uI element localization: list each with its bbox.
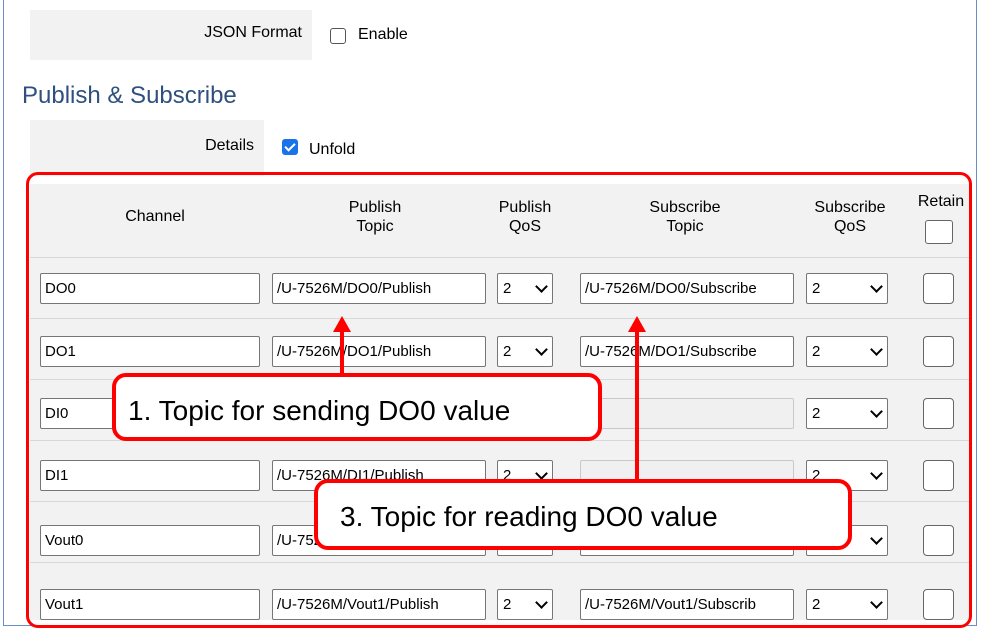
- unfold-checkbox[interactable]: [282, 139, 298, 155]
- json-enable-label[interactable]: Enable: [358, 26, 408, 44]
- json-enable-checkbox[interactable]: [330, 28, 346, 44]
- details-label-cell: Details: [30, 120, 264, 176]
- callout-sending-topic: 1. Topic for sending DO0 value: [112, 373, 602, 441]
- json-format-row: JSON Format Enable: [30, 10, 974, 60]
- details-label: Details: [205, 137, 254, 154]
- section-title: Publish & Subscribe: [22, 82, 237, 109]
- json-format-label: JSON Format: [204, 24, 302, 41]
- annotation-arrow-line: [340, 330, 344, 375]
- annotation-arrow-head-icon: [628, 316, 646, 332]
- json-format-label-cell: JSON Format: [30, 10, 312, 60]
- annotation-arrow-head-icon: [333, 316, 351, 332]
- callout-reading-topic: 3. Topic for reading DO0 value: [314, 479, 852, 550]
- annotation-arrow-line: [635, 330, 639, 480]
- unfold-label[interactable]: Unfold: [309, 141, 355, 159]
